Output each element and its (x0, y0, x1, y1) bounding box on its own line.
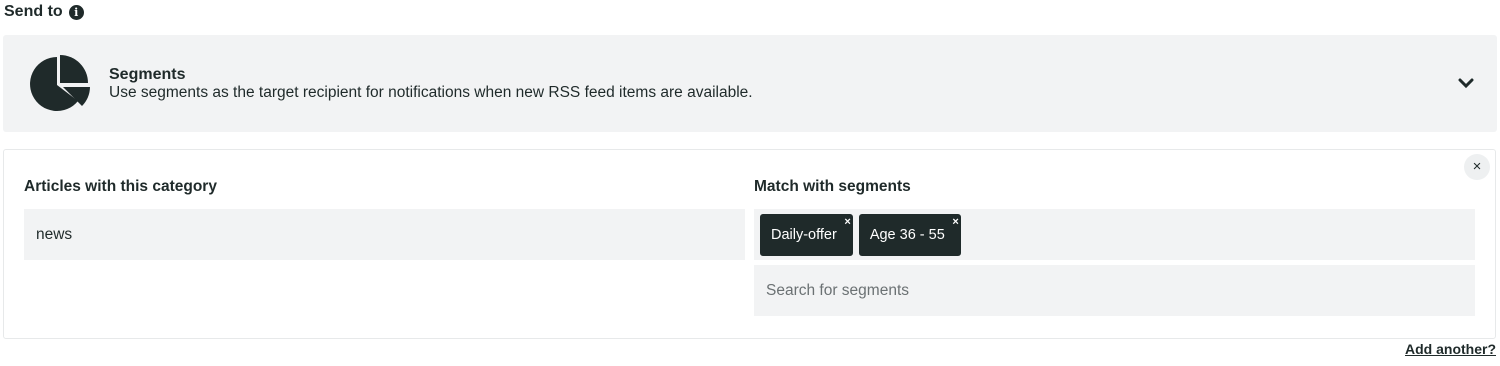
close-rule-button[interactable]: × (1464, 154, 1490, 180)
segment-tag: Daily-offer × (760, 213, 853, 256)
pie-chart-icon (30, 55, 90, 111)
info-icon[interactable]: i (68, 4, 84, 20)
segment-tag: Age 36 - 55 × (858, 213, 961, 256)
add-another-link[interactable]: Add another? (1405, 341, 1496, 357)
send-to-label: Send to (4, 3, 63, 20)
segments-match-label: Match with segments (754, 178, 911, 195)
category-input[interactable]: news (24, 209, 745, 260)
segments-description: Use segments as the target recipient for… (109, 84, 753, 101)
tag-remove-icon[interactable]: × (952, 216, 958, 228)
chevron-down-icon[interactable] (1458, 77, 1474, 89)
segment-search-input[interactable] (754, 265, 1475, 316)
tag-remove-icon[interactable]: × (844, 216, 850, 228)
selected-segments-field[interactable]: Daily-offer × Age 36 - 55 × (754, 209, 1475, 260)
segment-tag-label: Daily-offer (771, 226, 837, 243)
segments-title: Segments (109, 66, 186, 83)
segments-option-card[interactable]: Segments Use segments as the target reci… (3, 35, 1497, 132)
send-to-heading: Send to i (4, 3, 84, 21)
segment-tag-label: Age 36 - 55 (869, 226, 945, 243)
segment-rule-panel: × Articles with this category news Match… (3, 149, 1496, 339)
category-label: Articles with this category (24, 178, 217, 195)
